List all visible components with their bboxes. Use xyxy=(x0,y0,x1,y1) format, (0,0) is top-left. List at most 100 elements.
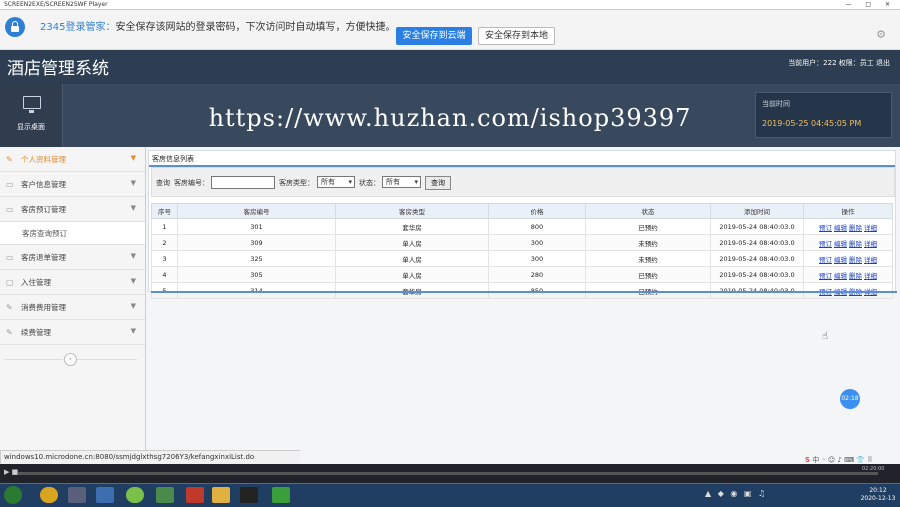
room-type-label: 客房类型： xyxy=(279,179,314,187)
cell-room: 325 xyxy=(177,250,336,267)
cell-type: 套华房 xyxy=(335,218,489,235)
table-bottom-border xyxy=(151,291,897,293)
password-brand: 2345登录管家： xyxy=(40,22,116,33)
detail-link[interactable]: 详细 xyxy=(864,272,877,280)
book-link[interactable]: 预订 xyxy=(819,272,832,280)
sidebar-item-booking[interactable]: ▭ 客房预订管理 ▼ xyxy=(0,197,145,222)
sidebar-item-label: 消费费用管理 xyxy=(21,303,66,312)
search-bar: 查询 客房编号： 客房类型： 所有 状态： 所有 查询 xyxy=(151,167,895,197)
play-stop-buttons[interactable]: ▶ ■ xyxy=(4,468,18,476)
clock-date: 2020-12-13 xyxy=(860,495,896,502)
pencil-icon: ✎ xyxy=(6,155,13,164)
cell-no: 2 xyxy=(151,234,178,251)
clock-time: 20:12 xyxy=(869,487,887,494)
seek-bar[interactable] xyxy=(18,472,878,475)
app-title: 酒店管理系统 xyxy=(7,59,109,79)
divider xyxy=(77,359,137,360)
player-controls: ▶ ■ 02:20:00 xyxy=(0,464,900,483)
sidebar-subitem-room-query[interactable]: 客房查询预订 xyxy=(0,222,145,245)
start-button[interactable] xyxy=(4,486,22,504)
pencil-icon: ✎ xyxy=(6,328,13,337)
room-no-input[interactable] xyxy=(211,176,275,189)
save-local-button[interactable]: 安全保存到本地 xyxy=(478,27,555,45)
delete-link[interactable]: 删除 xyxy=(849,272,862,280)
room-no-label: 客房编号： xyxy=(174,179,209,187)
column-header: 序号 xyxy=(151,203,178,219)
app-icon[interactable] xyxy=(272,487,290,503)
edit-link[interactable]: 编辑 xyxy=(834,240,847,248)
folder-icon[interactable] xyxy=(212,487,230,503)
system-tray[interactable]: ▲ ◆ ◉ ▣ ♫ xyxy=(705,489,767,498)
sidebar-item-expenses[interactable]: ✎ 消费费用管理 ▼ xyxy=(0,295,145,320)
save-cloud-button[interactable]: 安全保存到云端 xyxy=(396,27,472,45)
cell-time: 2019-05-24 08:40:03.0 xyxy=(710,250,804,267)
cell-type: 单人房 xyxy=(335,250,489,267)
app-icon[interactable] xyxy=(126,487,144,503)
collapse-sidebar-button[interactable]: ‹ xyxy=(64,353,77,366)
floating-timer-bubble[interactable]: 02:18 xyxy=(840,389,860,409)
detail-link[interactable]: 详细 xyxy=(864,224,877,232)
sidebar-item-customers[interactable]: ▭ 客户信息管理 ▼ xyxy=(0,172,145,197)
delete-link[interactable]: 删除 xyxy=(849,256,862,264)
sidebar-item-label: 客户信息管理 xyxy=(21,180,66,189)
detail-link[interactable]: 详细 xyxy=(864,256,877,264)
banner: 显示桌面 https://www.huzhan.com/ishop39397 当… xyxy=(0,84,900,147)
column-header: 客房编号 xyxy=(177,203,336,219)
cell-time: 2019-05-24 08:40:03.0 xyxy=(710,266,804,283)
sidebar: ✎ 个人资料管理 ▼ ▭ 客户信息管理 ▼ ▭ 客房预订管理 ▼ 客房查询预订 … xyxy=(0,147,146,450)
sidebar-item-cancel[interactable]: ▭ 客房退单管理 ▼ xyxy=(0,245,145,270)
delete-link[interactable]: 删除 xyxy=(849,240,862,248)
room-list-panel: 客房信息列表 查询 客房编号： 客房类型： 所有 状态： 所有 查询 序号 客房… xyxy=(148,150,897,299)
window-buttons[interactable]: — □ ✕ xyxy=(845,0,896,9)
table-row: 1 301 套华房 800 已预约 2019-05-24 08:40:03.0 … xyxy=(151,218,893,235)
table-row: 4 305 单人房 280 已预约 2019-05-24 08:40:03.0 … xyxy=(151,266,893,283)
book-link[interactable]: 预订 xyxy=(819,240,832,248)
app-icon[interactable] xyxy=(156,487,174,503)
edit-link[interactable]: 编辑 xyxy=(834,272,847,280)
delete-link[interactable]: 删除 xyxy=(849,224,862,232)
sidebar-item-checkin[interactable]: ▢ 入住管理 ▼ xyxy=(0,270,145,295)
cell-room: 309 xyxy=(177,234,336,251)
chrome-icon[interactable] xyxy=(40,487,58,503)
room-type-select[interactable]: 所有 xyxy=(317,176,355,188)
password-message: 2345登录管家：安全保存该网站的登录密码，下次访问时自动填写，方便快捷。 xyxy=(40,10,395,46)
sidebar-item-label: 个人资料管理 xyxy=(21,155,66,164)
column-header: 客房类型 xyxy=(335,203,489,219)
cell-time: 2019-05-24 08:40:03.0 xyxy=(710,218,804,235)
query-button[interactable]: 查询 xyxy=(425,176,451,190)
app-icon[interactable] xyxy=(96,487,114,503)
app-icon[interactable] xyxy=(68,487,86,503)
qq-icon[interactable] xyxy=(240,487,258,503)
cell-type: 单人房 xyxy=(335,234,489,251)
cell-ops: 预订编辑删除详细 xyxy=(803,250,893,267)
edit-link[interactable]: 编辑 xyxy=(834,224,847,232)
calendar-icon: ▢ xyxy=(6,278,14,287)
cell-room: 301 xyxy=(177,218,336,235)
status-select[interactable]: 所有 xyxy=(382,176,421,188)
user-info[interactable]: 当前用户：222 权限：员工 退出 xyxy=(788,58,890,68)
book-link[interactable]: 预订 xyxy=(819,224,832,232)
sidebar-item-label: 入住管理 xyxy=(21,278,51,287)
chevron-down-icon: ▼ xyxy=(130,179,136,187)
cell-price: 300 xyxy=(488,250,586,267)
flash-icon[interactable] xyxy=(186,487,204,503)
list-icon: ▭ xyxy=(6,205,14,214)
detail-link[interactable]: 详细 xyxy=(864,240,877,248)
cell-room: 305 xyxy=(177,266,336,283)
pencil-icon: ✎ xyxy=(6,303,13,312)
chevron-down-icon: ▼ xyxy=(130,327,136,335)
cell-time: 2019-05-24 08:40:03.0 xyxy=(710,234,804,251)
taskbar-clock[interactable]: 20:12 2020-12-13 xyxy=(858,487,898,503)
password-text: 安全保存该网站的登录密码，下次访问时自动填写，方便快捷。 xyxy=(115,22,396,33)
player-title-bar: SCREEN2EXE/SCREEN2SWF Player — □ ✕ xyxy=(0,0,900,10)
sidebar-item-label: 续费管理 xyxy=(21,328,51,337)
book-link[interactable]: 预订 xyxy=(819,256,832,264)
sidebar-item-renewal[interactable]: ✎ 续费管理 ▼ xyxy=(0,320,145,345)
chevron-down-icon: ▼ xyxy=(130,154,136,162)
column-header: 价格 xyxy=(488,203,586,219)
current-time-box: 当前时间 2019-05-25 04:45:05 PM xyxy=(755,92,892,138)
sidebar-item-profile[interactable]: ✎ 个人资料管理 ▼ xyxy=(0,147,145,172)
gear-icon[interactable]: ⚙ xyxy=(876,28,886,41)
chevron-down-icon: ▼ xyxy=(130,302,136,310)
edit-link[interactable]: 编辑 xyxy=(834,256,847,264)
